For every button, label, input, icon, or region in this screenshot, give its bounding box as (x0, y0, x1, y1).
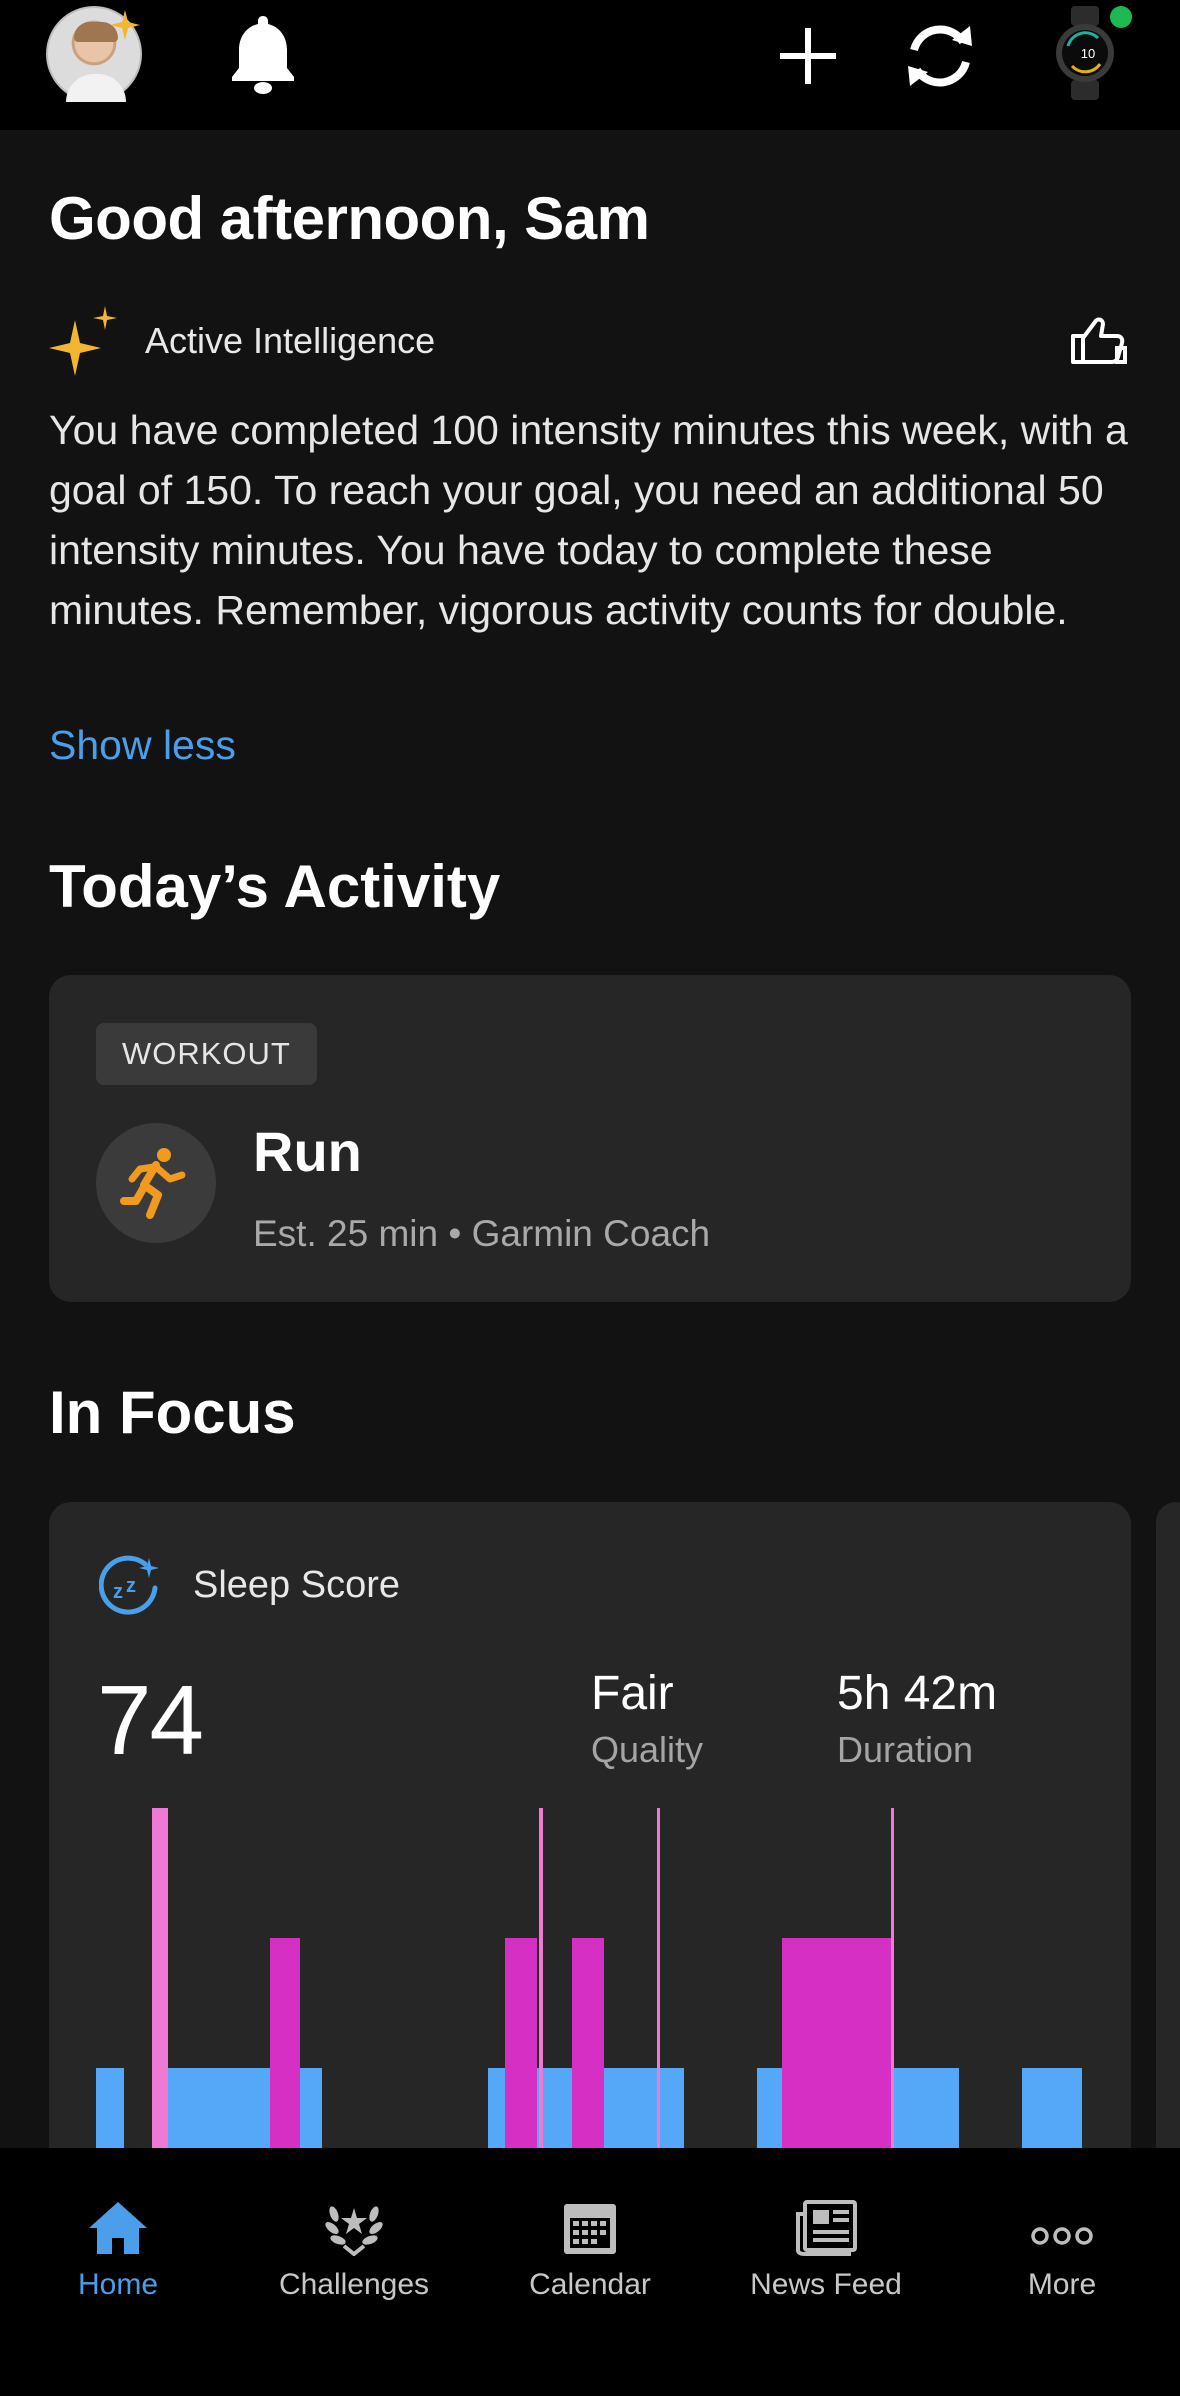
bell-icon[interactable] (228, 12, 298, 96)
sleep-score-value: 74 (97, 1665, 204, 1775)
nav-more[interactable]: More (944, 2176, 1180, 2302)
rem-sleep-block (505, 1938, 537, 2148)
awake-block (539, 1808, 543, 2148)
home-icon (89, 2202, 147, 2254)
plus-icon[interactable] (778, 26, 838, 86)
sleep-duration-value: 5h 42m (837, 1667, 998, 1720)
nav-news-feed-label: News Feed (750, 2268, 902, 2301)
show-less-link[interactable]: Show less (49, 722, 236, 769)
nav-challenges-label: Challenges (278, 2268, 430, 2301)
top-bar: 10 (0, 0, 1180, 130)
next-card-peek[interactable] (1156, 1502, 1180, 2202)
sleep-duration-stat: 5h 42m Duration (837, 1666, 997, 1771)
sparkles-icon (49, 306, 117, 376)
rem-sleep-block (270, 1938, 300, 2148)
sleep-quality-value: Fair (591, 1667, 674, 1720)
greeting: Good afternoon, Sam (49, 185, 650, 252)
workout-title: Run (253, 1120, 362, 1183)
workout-subtitle: Est. 25 min • Garmin Coach (253, 1213, 711, 1254)
nav-challenges[interactable]: Challenges (236, 2176, 472, 2302)
nav-calendar-label: Calendar (529, 2268, 651, 2301)
nav-home[interactable]: Home (0, 2176, 236, 2302)
workout-card[interactable]: WORKOUT Run Est. 25 min • Garmin Coach (49, 975, 1131, 1302)
sleep-quality-label: Quality (591, 1729, 704, 1770)
svg-text:z: z (126, 1575, 136, 1597)
sleep-stages-chart (96, 1808, 1082, 2148)
awake-block (891, 1808, 894, 2148)
active-intelligence-text: You have completed 100 intensity minutes… (49, 407, 1128, 633)
rem-sleep-block (572, 1938, 604, 2148)
sleep-quality-stat: Fair Quality (591, 1666, 703, 1771)
nav-news-feed[interactable]: News Feed (708, 2176, 944, 2302)
awake-block (152, 1808, 168, 2148)
laurel-icon (325, 2206, 383, 2256)
sleep-duration-label: Duration (837, 1729, 974, 1770)
feedback-thumbs-icon[interactable] (1067, 310, 1131, 374)
calendar-icon (564, 2204, 616, 2254)
workout-tag: WORKOUT (96, 1023, 317, 1085)
awake-block (657, 1808, 660, 2148)
run-icon (96, 1123, 216, 1243)
nav-calendar[interactable]: Calendar (472, 2176, 708, 2302)
sleep-score-label: Sleep Score (193, 1564, 401, 1606)
in-focus-title: In Focus (49, 1379, 296, 1446)
newspaper-icon (796, 2200, 857, 2256)
svg-text:z: z (113, 1581, 123, 1603)
watch-device[interactable]: 10 (1054, 6, 1116, 100)
todays-activity-title: Today’s Activity (49, 853, 501, 920)
active-intelligence-header: Active Intelligence (49, 306, 1131, 376)
sync-icon[interactable] (900, 20, 980, 92)
sparkle-icon (110, 10, 140, 40)
device-connected-indicator (1110, 6, 1132, 28)
nav-home-label: Home (77, 2268, 159, 2301)
avatar-shirt (66, 74, 126, 102)
svg-text:10: 10 (1081, 46, 1095, 61)
bottom-nav: Home Challenges Calendar News Feed More (0, 2148, 1180, 2396)
active-intelligence-label: Active Intelligence (145, 320, 436, 361)
rem-sleep-block (782, 1938, 892, 2148)
light-sleep-block (1022, 2068, 1082, 2148)
light-sleep-block (96, 2068, 124, 2148)
sleep-score-card[interactable]: z z Sleep Score 74 Fair Quality 5h 42m D… (49, 1502, 1131, 2222)
more-icon (1031, 2227, 1093, 2245)
sleep-icon: z z (99, 1555, 159, 1615)
nav-more-label: More (1027, 2268, 1097, 2301)
